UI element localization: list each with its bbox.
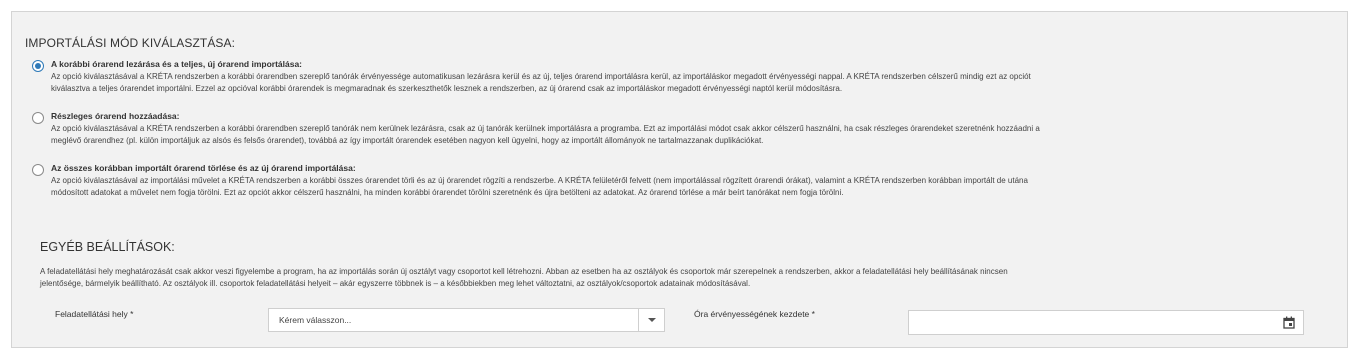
radio-partial-add[interactable]: [32, 112, 44, 124]
chevron-down-icon: [647, 318, 656, 322]
radio-full-replace[interactable]: [32, 60, 44, 72]
option-description-line: Az opció kiválasztásával a KRÉTA rendsze…: [51, 124, 1040, 133]
option-description: Az opció kiválasztásával az importálási …: [51, 175, 1331, 199]
date-label: Óra érvényességének kezdete *: [694, 309, 815, 319]
location-dropdown-button[interactable]: [638, 309, 664, 331]
calendar-icon[interactable]: [1283, 316, 1295, 334]
note-line: jelentősége, bármelyik beállítható. Az o…: [40, 279, 751, 288]
option-description-line: kiválasztva a teljes órarendet importáln…: [51, 84, 843, 93]
note-line: A feladatellátási hely meghatározását cs…: [40, 267, 1008, 276]
option-description: Az opció kiválasztásával a KRÉTA rendsze…: [51, 123, 1331, 147]
option-description-line: módosított adatokat a művelet nem fogja …: [51, 188, 844, 197]
other-settings-title: EGYÉB BEÁLLÍTÁSOK:: [40, 240, 175, 254]
import-settings-panel: IMPORTÁLÁSI MÓD KIVÁLASZTÁSA: A korábbi …: [11, 11, 1348, 348]
import-mode-title: IMPORTÁLÁSI MÓD KIVÁLASZTÁSA:: [25, 36, 236, 50]
location-note: A feladatellátási hely meghatározását cs…: [40, 266, 1319, 290]
location-select-placeholder: Kérem válasszon...: [279, 315, 352, 325]
option-title: A korábbi órarend lezárása és a teljes, …: [51, 59, 303, 69]
radio-delete-all[interactable]: [32, 164, 44, 176]
option-title: Részleges órarend hozzáadása:: [51, 111, 180, 121]
start-date-input[interactable]: [908, 310, 1304, 335]
option-description: Az opció kiválasztásával a KRÉTA rendsze…: [51, 71, 1331, 95]
option-description-line: Az opció kiválasztásával a KRÉTA rendsze…: [51, 72, 1031, 81]
option-description-line: Az opció kiválasztásával az importálási …: [51, 176, 1028, 185]
location-select[interactable]: Kérem válasszon...: [268, 308, 665, 332]
option-description-line: meglévő órarendhez (pl. külön importálju…: [51, 136, 764, 145]
option-title: Az összes korábban importált órarend tör…: [51, 163, 356, 173]
location-label: Feladatellátási hely *: [55, 309, 134, 319]
